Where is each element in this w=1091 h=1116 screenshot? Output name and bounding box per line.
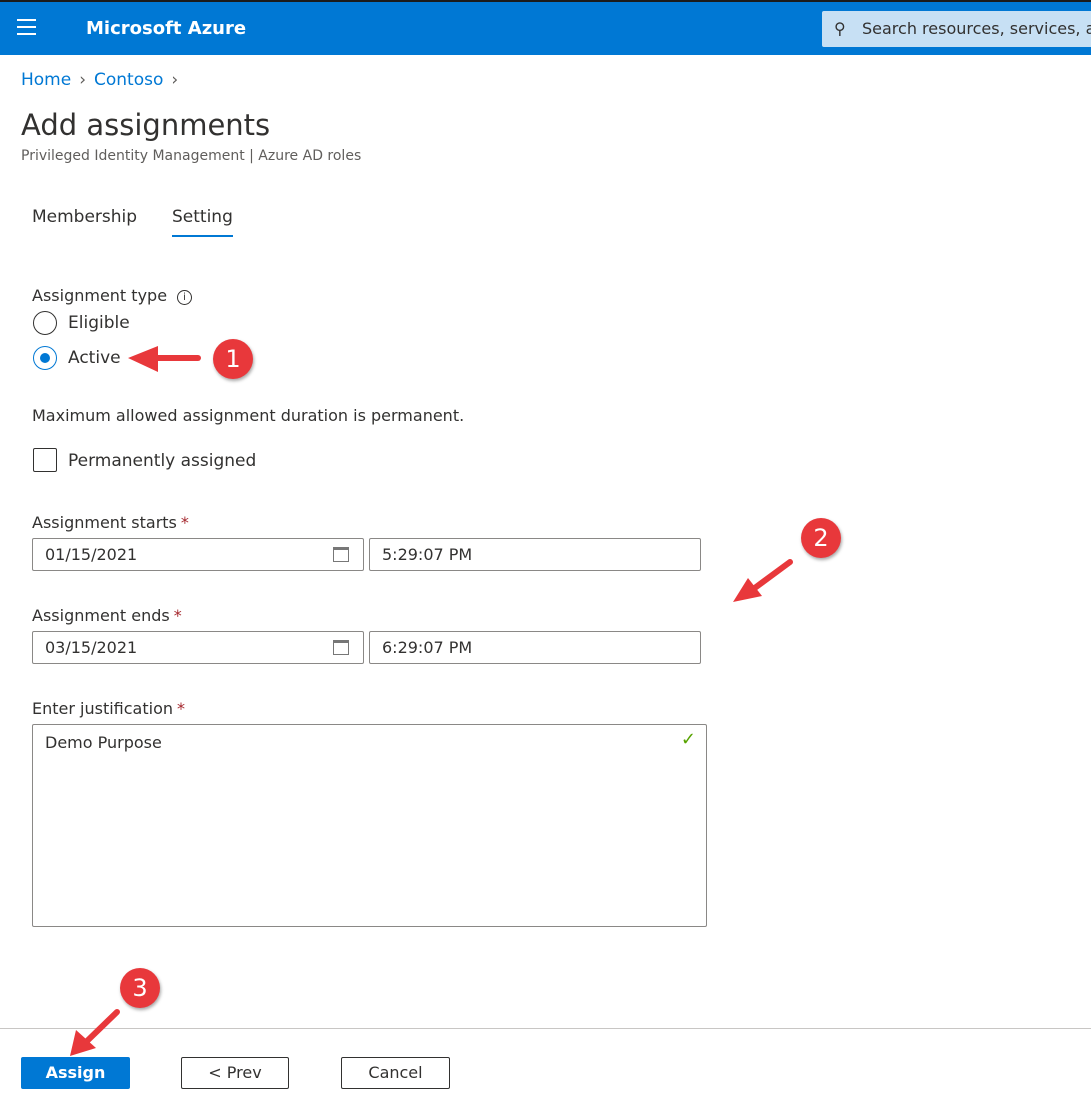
prev-button[interactable]: < Prev xyxy=(181,1057,289,1089)
breadcrumb-home[interactable]: Home xyxy=(21,70,71,90)
annotation-badge-3: 3 xyxy=(120,968,160,1008)
cancel-button[interactable]: Cancel xyxy=(341,1057,450,1089)
radio-eligible[interactable] xyxy=(33,311,57,335)
start-time-input[interactable]: 5:29:07 PM xyxy=(369,538,701,571)
tab-membership[interactable]: Membership xyxy=(32,207,137,235)
annotation-badge-1: 1 xyxy=(213,339,253,379)
tab-setting[interactable]: Setting xyxy=(172,207,233,237)
duration-note: Maximum allowed assignment duration is p… xyxy=(32,406,465,425)
footer-divider xyxy=(0,1028,1091,1029)
chevron-right-icon: › xyxy=(79,70,87,90)
checkmark-icon: ✓ xyxy=(680,729,696,750)
search-icon: ⚲ xyxy=(834,19,846,38)
assign-button[interactable]: Assign xyxy=(21,1057,130,1089)
arrow-head-2 xyxy=(733,578,762,602)
justification-textarea[interactable]: Demo Purpose ✓ xyxy=(32,724,707,927)
annotation-badge-2: 2 xyxy=(801,518,841,558)
page-title: Add assignments xyxy=(21,108,271,142)
radio-active-label[interactable]: Active xyxy=(68,348,121,368)
justification-label: Enter justification * xyxy=(32,699,185,718)
calendar-icon[interactable] xyxy=(333,640,349,655)
chevron-right-icon: › xyxy=(171,70,179,90)
arrow-head-1 xyxy=(128,346,158,372)
permanently-assigned-checkbox[interactable] xyxy=(33,448,57,472)
end-time-input[interactable]: 6:29:07 PM xyxy=(369,631,701,664)
permanently-assigned-label[interactable]: Permanently assigned xyxy=(68,451,256,471)
arrow-head-3 xyxy=(70,1030,96,1056)
radio-active[interactable] xyxy=(33,346,57,370)
assignment-type-label: Assignment type i xyxy=(32,286,193,305)
calendar-icon[interactable] xyxy=(333,547,349,562)
menu-icon[interactable] xyxy=(17,19,36,40)
breadcrumb-contoso[interactable]: Contoso xyxy=(94,70,163,90)
breadcrumb: Home › Contoso › xyxy=(21,70,186,90)
radio-eligible-label[interactable]: Eligible xyxy=(68,313,130,333)
start-date-input[interactable]: 01/15/2021 xyxy=(32,538,364,571)
assignment-starts-label: Assignment starts * xyxy=(32,513,189,532)
search-input[interactable]: ⚲ Search resources, services, and docs xyxy=(822,11,1091,47)
info-icon[interactable]: i xyxy=(177,290,193,305)
page-subtitle: Privileged Identity Management | Azure A… xyxy=(21,148,362,164)
assignment-ends-label: Assignment ends * xyxy=(32,606,182,625)
top-bar: Microsoft Azure ⚲ Search resources, servi… xyxy=(0,0,1091,55)
app-title[interactable]: Microsoft Azure xyxy=(86,18,246,39)
search-placeholder: Search resources, services, and docs xyxy=(862,19,1091,38)
arrow-2 xyxy=(749,559,793,593)
end-date-input[interactable]: 03/15/2021 xyxy=(32,631,364,664)
